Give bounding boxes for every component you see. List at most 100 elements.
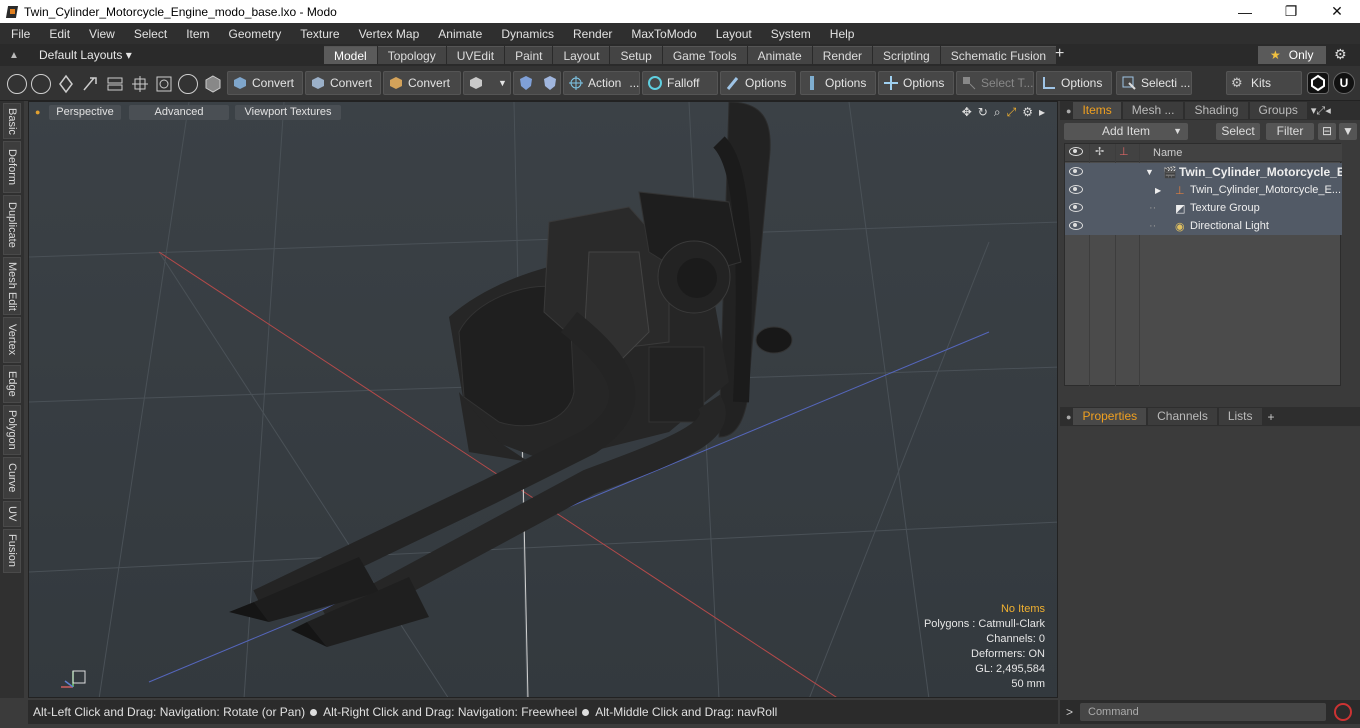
rotate-view-icon[interactable]: ↻ [978,105,988,120]
vertices-mode-icon[interactable] [7,74,27,94]
add-item-button[interactable]: Add Item ▼ [1064,123,1188,140]
tab-render[interactable]: Render [812,46,873,64]
unreal-icon[interactable]: U [1333,72,1355,94]
panel-options-icon[interactable]: ▾⤢◂ [1311,104,1331,118]
convert-button-2[interactable]: Convert [305,71,381,95]
tab-paint[interactable]: Paint [505,46,553,64]
tab-shading[interactable]: Shading [1185,102,1248,119]
list-item-mesh[interactable]: ▶ ⊥ Twin_Cylinder_Motorcycle_E... [1065,181,1342,199]
kits-button[interactable]: ⚙ Kits [1226,71,1302,95]
menu-system[interactable]: System [761,27,820,41]
action-button[interactable]: Action ... [563,71,640,95]
tab-model[interactable]: Model [324,46,377,64]
tab-uv[interactable]: UV [3,501,21,527]
tab-layout[interactable]: Layout [553,46,610,64]
tab-curve[interactable]: Curve [3,457,21,499]
options-button-2[interactable]: Options [800,71,876,95]
record-icon[interactable] [1334,703,1352,721]
edges-mode-icon[interactable] [105,74,125,94]
menu-render[interactable]: Render [563,27,621,41]
selection-button[interactable]: Selecti ... [1116,71,1192,95]
tab-schematic-fusion[interactable]: Schematic Fusion [940,46,1057,64]
convert-button-1[interactable]: Convert [227,71,303,95]
select-button[interactable]: Select [1216,123,1260,140]
tab-vertex[interactable]: Vertex [3,317,21,363]
options-button-3[interactable]: Options [878,71,954,95]
menu-vertex-map[interactable]: Vertex Map [349,27,429,41]
filter-button[interactable]: Filter [1266,123,1314,140]
visibility-eye-icon[interactable] [1069,221,1083,230]
perspective-button[interactable]: Perspective [49,105,121,120]
item-list-horizontal-scrollbar[interactable] [1064,387,1341,397]
menu-select[interactable]: Select [124,27,176,41]
only-toggle[interactable]: ★ Only [1258,46,1326,64]
tab-mesh-edit[interactable]: Mesh Edit [3,257,21,315]
tab-setup[interactable]: Setup [610,46,662,64]
unity-icon[interactable] [1307,72,1329,94]
menu-animate[interactable]: Animate [428,27,491,41]
item-list-scrollbar[interactable] [1342,143,1356,386]
menu-item[interactable]: Item [176,27,218,41]
list-item-directional-light[interactable]: ·· ◉ Directional Light [1065,217,1342,235]
viewport-gear-icon[interactable]: ⚙ [1022,105,1033,120]
tab-channels[interactable]: Channels [1148,408,1217,425]
tab-edge[interactable]: Edge [3,365,21,403]
polygons-mode-icon[interactable] [130,74,150,94]
tab-basic[interactable]: Basic [3,103,21,139]
expand-arrow-icon[interactable]: ▼ [1145,167,1154,177]
mesh-preset-dropdown[interactable]: ▼ [463,71,511,95]
globe-mode-icon[interactable] [31,74,51,94]
visibility-eye-icon[interactable] [1069,167,1083,176]
move-view-icon[interactable]: ✥ [962,105,972,120]
viewport-arrow-icon[interactable]: ▸ [1039,105,1045,120]
tab-mesh[interactable]: Mesh ... [1122,102,1184,119]
tab-lists[interactable]: Lists [1218,408,1262,425]
panel-dot-icon[interactable]: ● [1066,412,1071,422]
tab-scripting[interactable]: Scripting [873,46,940,64]
list-item-texture-group[interactable]: ·· ◩ Texture Group [1065,199,1342,217]
item-mode-icon[interactable] [154,74,174,94]
tab-properties[interactable]: Properties [1073,408,1147,425]
tab-polygon[interactable]: Polygon [3,405,21,455]
name-column-header[interactable]: Name [1153,147,1182,159]
visibility-eye-icon[interactable] [1069,203,1083,212]
tab-animate[interactable]: Animate [747,46,812,64]
list-item-scene-root[interactable]: ▼ 🎬 Twin_Cylinder_Motorcycle_E... [1065,163,1355,181]
add-tab-plus-icon[interactable]: + [1055,45,1064,63]
cube-icon[interactable] [203,74,223,94]
tab-fusion[interactable]: Fusion [3,529,21,573]
3d-viewport[interactable]: ● Perspective Advanced Viewport Textures… [28,101,1058,698]
pen-tool-icon[interactable] [56,74,76,94]
menu-help[interactable]: Help [820,27,864,41]
command-input[interactable]: Command [1080,703,1326,721]
select-tool-button[interactable]: Select T... [956,71,1034,95]
falloff-button[interactable]: Falloff [642,71,718,95]
collapse-icon[interactable]: ⊟ [1318,123,1336,140]
tab-deform[interactable]: Deform [3,141,21,193]
close-button[interactable]: ✕ [1314,0,1360,23]
advanced-button[interactable]: Advanced [129,105,229,120]
tab-duplicate[interactable]: Duplicate [3,195,21,255]
expand-arrow-icon[interactable]: ▶ [1155,186,1161,195]
menu-texture[interactable]: Texture [290,27,348,41]
tab-uvedit[interactable]: UVEdit [446,46,505,64]
maximize-viewport-icon[interactable]: ⤢ [1007,105,1017,120]
menu-edit[interactable]: Edit [39,27,79,41]
options-button-1[interactable]: Options [720,71,796,95]
tab-game-tools[interactable]: Game Tools [662,46,747,64]
viewport-menu-dot-icon[interactable]: ● [35,107,45,117]
material-mode-icon[interactable] [178,74,198,94]
menu-maxtomodo[interactable]: MaxToModo [621,27,705,41]
menu-geometry[interactable]: Geometry [219,27,291,41]
add-panel-tab-icon[interactable]: + [1268,410,1275,424]
menu-layout[interactable]: Layout [706,27,761,41]
viewport-textures-button[interactable]: Viewport Textures [235,105,341,120]
menu-file[interactable]: File [0,27,39,41]
zoom-icon[interactable]: ⌕ [994,105,1001,120]
layout-collapse-icon[interactable]: ▲ [0,50,28,61]
symmetry-buttons[interactable] [513,71,561,95]
tab-items[interactable]: Items [1073,102,1121,119]
maximize-button[interactable]: ❐ [1268,0,1314,23]
tab-groups[interactable]: Groups [1249,102,1307,119]
funnel-icon[interactable]: ▼ [1339,123,1357,140]
